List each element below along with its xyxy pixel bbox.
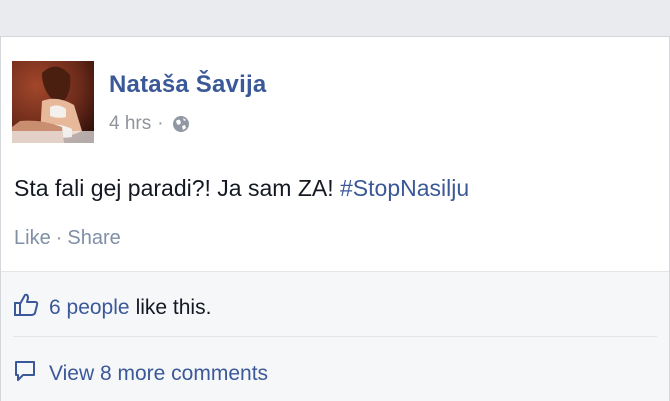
actions-separator: · [55, 227, 63, 249]
author-name[interactable]: Nataša Šavija [109, 71, 266, 99]
post-text: Sta fali gej paradi?! Ja sam ZA! [14, 175, 334, 201]
top-bar [0, 0, 670, 36]
post-card: Nataša Šavija 4 hrs · Sta fali gej parad… [0, 36, 670, 401]
likes-summary: 6 people like this. [13, 293, 211, 323]
post-meta: 4 hrs · [109, 113, 190, 135]
view-more-comments-link[interactable]: View 8 more comments [49, 362, 268, 386]
avatar-photo [12, 61, 94, 143]
thumbs-up-icon [13, 293, 39, 323]
comment-bubble-icon [13, 359, 37, 389]
hashtag-link[interactable]: #StopNasilju [340, 175, 469, 201]
view-comments-row[interactable]: View 8 more comments [13, 359, 268, 389]
post-timestamp[interactable]: 4 hrs [109, 113, 151, 135]
likes-text: like this. [135, 296, 212, 319]
meta-separator: · [157, 113, 164, 134]
post-body: Sta fali gej paradi?! Ja sam ZA! #StopNa… [14, 175, 469, 202]
post-actions: Like · Share [14, 227, 121, 250]
avatar[interactable] [12, 61, 94, 143]
globe-icon[interactable] [172, 115, 190, 133]
share-link[interactable]: Share [67, 227, 120, 249]
like-link[interactable]: Like [14, 227, 51, 249]
ufi-row-divider [13, 336, 657, 337]
ufi-top-divider [1, 271, 669, 272]
likes-count-link[interactable]: 6 people [49, 296, 130, 320]
